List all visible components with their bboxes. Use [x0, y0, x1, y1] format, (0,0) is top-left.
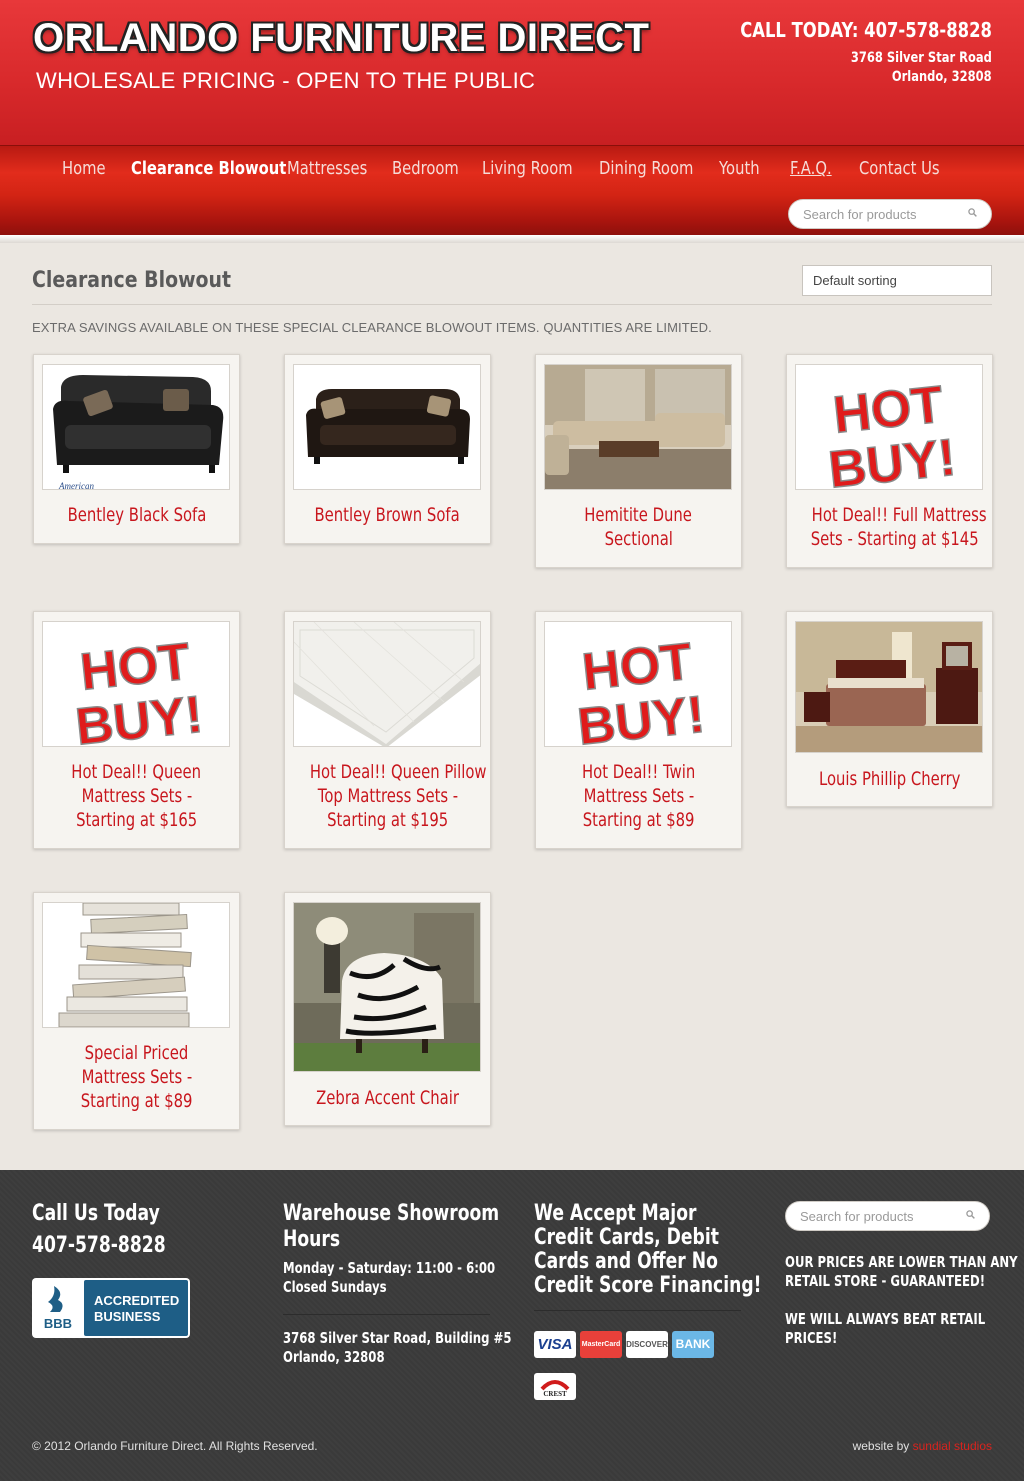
footer-promo-1-line2: RETAIL STORE - GUARANTEED!	[785, 1272, 986, 1290]
nav-search-input[interactable]: Search for products	[788, 199, 992, 229]
american-brand-mark: American	[58, 481, 94, 490]
visa-card-icon: VISA	[534, 1331, 576, 1358]
footer-call-heading: Call Us Today	[32, 1201, 160, 1226]
product-title-bentley-black-sofa[interactable]: Bentley Black Sofa	[34, 503, 239, 527]
product-title-louis-phillip-cherry[interactable]: Louis Phillip Cherry	[787, 767, 992, 791]
footer-divider	[283, 1314, 490, 1315]
footer-address-line1: 3768 Silver Star Road, Building #5	[283, 1329, 512, 1347]
product-image-black-sofa[interactable]: American	[42, 364, 230, 490]
footer-promo-1-line1: OUR PRICES ARE LOWER THAN ANY	[785, 1253, 1018, 1271]
footer-showroom-heading-2: Hours	[283, 1227, 341, 1252]
footer-payment-heading-1: We Accept Major	[534, 1201, 697, 1226]
bbb-label-panel	[84, 1280, 188, 1336]
search-icon	[966, 1210, 975, 1219]
call-today-phone: CALL TODAY: 407-578-8828	[740, 18, 992, 42]
product-title-zebra-accent-chair[interactable]: Zebra Accent Chair	[285, 1086, 490, 1110]
product-image-pillow-top-mattress[interactable]	[293, 621, 481, 747]
bank-card-icon: BANK	[672, 1331, 714, 1358]
site-title[interactable]: ORLANDO FURNITURE DIRECT	[33, 16, 649, 61]
nav-dining-room[interactable]: Dining Room	[599, 158, 693, 179]
nav-home[interactable]: Home	[62, 158, 106, 179]
copyright: © 2012 Orlando Furniture Direct. All Rig…	[32, 1439, 318, 1453]
product-title-hemitite-dune-sectional[interactable]: Hemitite Dune Sectional	[536, 503, 741, 551]
footer-payment-heading-4: Credit Score Financing!	[534, 1273, 762, 1298]
product-title-bentley-brown-sofa[interactable]: Bentley Brown Sofa	[285, 503, 490, 527]
sorting-select[interactable]: Default sorting	[802, 265, 992, 296]
product-image-sectional[interactable]	[544, 364, 732, 490]
search-icon	[968, 208, 977, 217]
product-card[interactable]: Louis Phillip Cherry	[786, 611, 993, 807]
credit-link[interactable]: sundial studios	[913, 1439, 992, 1453]
footer-search-input[interactable]: Search for products	[785, 1201, 990, 1231]
footer-divider	[534, 1310, 741, 1311]
nav-faq[interactable]: F.A.Q.	[790, 158, 832, 179]
bbb-logo-icon: BBB	[44, 1286, 72, 1331]
page-title: Clearance Blowout	[32, 268, 232, 293]
title-divider	[32, 304, 992, 305]
nav-divider	[0, 235, 1024, 243]
product-card[interactable]: Bentley Brown Sofa	[284, 354, 491, 544]
footer-hours-line2: Closed Sundays	[283, 1278, 387, 1296]
product-title-special-priced-mattress[interactable]: Special Priced Mattress Sets - Starting at…	[34, 1041, 239, 1113]
product-image-mattress-stack[interactable]	[42, 902, 230, 1028]
product-card[interactable]: American Bentley Black Sofa	[33, 354, 240, 544]
bbb-label-line2: BUSINESS	[94, 1309, 161, 1324]
nav-contact-us[interactable]: Contact Us	[859, 158, 940, 179]
nav-clearance-blowout[interactable]: Clearance Blowout	[131, 158, 286, 179]
footer-hours-line1: Monday - Saturday: 11:00 - 6:00	[283, 1259, 496, 1277]
nav-living-room[interactable]: Living Room	[482, 158, 573, 179]
product-card[interactable]: HOT BUY! Hot Deal!! Queen Mattress Sets -…	[33, 611, 240, 849]
product-title-hot-deal-queen-mattress[interactable]: Hot Deal!! Queen Mattress Sets - Starting …	[34, 760, 239, 832]
svg-text:BBB: BBB	[44, 1316, 72, 1331]
product-card[interactable]: Zebra Accent Chair	[284, 892, 491, 1126]
nav-mattresses[interactable]: Mattresses	[287, 158, 367, 179]
product-image-brown-sofa[interactable]	[293, 364, 481, 490]
footer-promo-2-line2: PRICES!	[785, 1329, 838, 1347]
product-title-hot-deal-queen-pillow-top[interactable]: Hot Deal!! Queen Pillow Top Mattress Sets…	[285, 760, 490, 832]
product-card[interactable]: HOT BUY! Hot Deal!! Full Mattress Sets - …	[786, 354, 993, 568]
product-image-zebra-chair[interactable]	[293, 902, 481, 1072]
hot-buy-image[interactable]: HOT BUY!	[795, 364, 983, 490]
footer-address-line2: Orlando, 32808	[283, 1348, 385, 1366]
nav-bedroom[interactable]: Bedroom	[392, 158, 459, 179]
product-image-bedroom-set[interactable]	[795, 621, 983, 753]
search-placeholder: Search for products	[800, 1209, 914, 1224]
footer-phone: 407-578-8828	[32, 1233, 166, 1258]
hot-buy-image[interactable]: HOT BUY!	[544, 621, 732, 747]
nav-youth[interactable]: Youth	[719, 158, 760, 179]
header-address-line1: 3768 Silver Star Road	[851, 50, 992, 66]
site-header: ORLANDO FURNITURE DIRECT WHOLESALE PRICI…	[0, 0, 1024, 145]
product-title-hot-deal-twin-mattress[interactable]: Hot Deal!! Twin Mattress Sets - Starting a…	[536, 760, 741, 832]
footer-payment-heading-3: Cards and Offer No	[534, 1249, 718, 1274]
main-nav: Home Clearance Blowout Mattresses Bedroo…	[0, 145, 1024, 235]
site-tagline: WHOLESALE PRICING - OPEN TO THE PUBLIC	[36, 68, 536, 93]
clearance-notice: EXTRA SAVINGS AVAILABLE ON THESE SPECIAL…	[32, 320, 712, 335]
footer-promo-2-line1: WE WILL ALWAYS BEAT RETAIL	[785, 1310, 986, 1328]
product-title-hot-deal-full-mattress[interactable]: Hot Deal!! Full Mattress Sets - Starting …	[787, 503, 992, 551]
credit-prefix: website by	[852, 1439, 910, 1453]
bbb-label-line1: ACCREDITED	[94, 1293, 180, 1308]
product-card[interactable]: Special Priced Mattress Sets - Starting at…	[33, 892, 240, 1130]
bbb-accredited-badge[interactable]: BBB ACCREDITED BUSINESS	[32, 1278, 190, 1338]
discover-card-icon: DISCOVER	[626, 1331, 668, 1358]
footer-payment-heading-2: Credit Cards, Debit	[534, 1225, 719, 1250]
product-card[interactable]: HOT BUY! Hot Deal!! Twin Mattress Sets -S…	[535, 611, 742, 849]
search-placeholder: Search for products	[803, 207, 917, 222]
mastercard-icon: MasterCard	[580, 1331, 622, 1358]
product-card[interactable]: Hot Deal!! Queen Pillow Top Mattress Sets…	[284, 611, 491, 849]
site-credit: website by sundial studios	[853, 1439, 992, 1453]
product-card[interactable]: Hemitite Dune Sectional	[535, 354, 742, 568]
footer-showroom-heading-1: Warehouse Showroom	[283, 1201, 500, 1226]
hot-buy-image[interactable]: HOT BUY!	[42, 621, 230, 747]
header-address-line2: Orlando, 32808	[892, 69, 992, 85]
crest-financing-icon: CREST	[534, 1373, 576, 1400]
svg-text:CREST: CREST	[543, 1390, 567, 1398]
